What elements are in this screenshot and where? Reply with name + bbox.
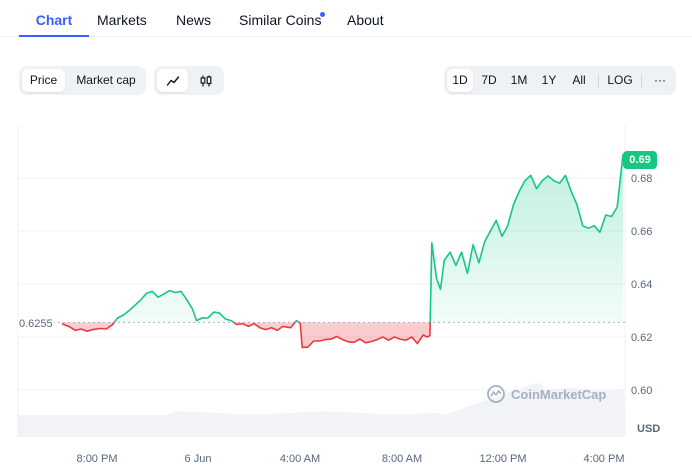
coinmarketcap-logo-icon — [487, 385, 505, 403]
current-price-tag: 0.69 — [623, 151, 657, 169]
x-tick-label: 12:00 PM — [479, 453, 526, 465]
x-tick-label: 6 Jun — [185, 453, 212, 465]
x-tick-label: 4:00 PM — [584, 453, 625, 465]
x-tick-label: 8:00 PM — [77, 453, 118, 465]
x-tick-label: 4:00 AM — [280, 453, 320, 465]
y-tick-label: 0.60 — [631, 385, 652, 397]
x-tick-label: 8:00 AM — [382, 453, 422, 465]
y-tick-label: 0.66 — [631, 226, 652, 238]
currency-label: USD — [637, 423, 661, 435]
y-tick-label: 0.62 — [631, 332, 652, 344]
coinmarketcap-watermark: CoinMarketCap — [486, 384, 606, 404]
y-tick-label: 0.64 — [631, 279, 652, 291]
y-tick-label: 0.68 — [631, 173, 652, 185]
open-price-label: 0.6255 — [18, 318, 54, 330]
price-area-above-open — [114, 154, 623, 323]
